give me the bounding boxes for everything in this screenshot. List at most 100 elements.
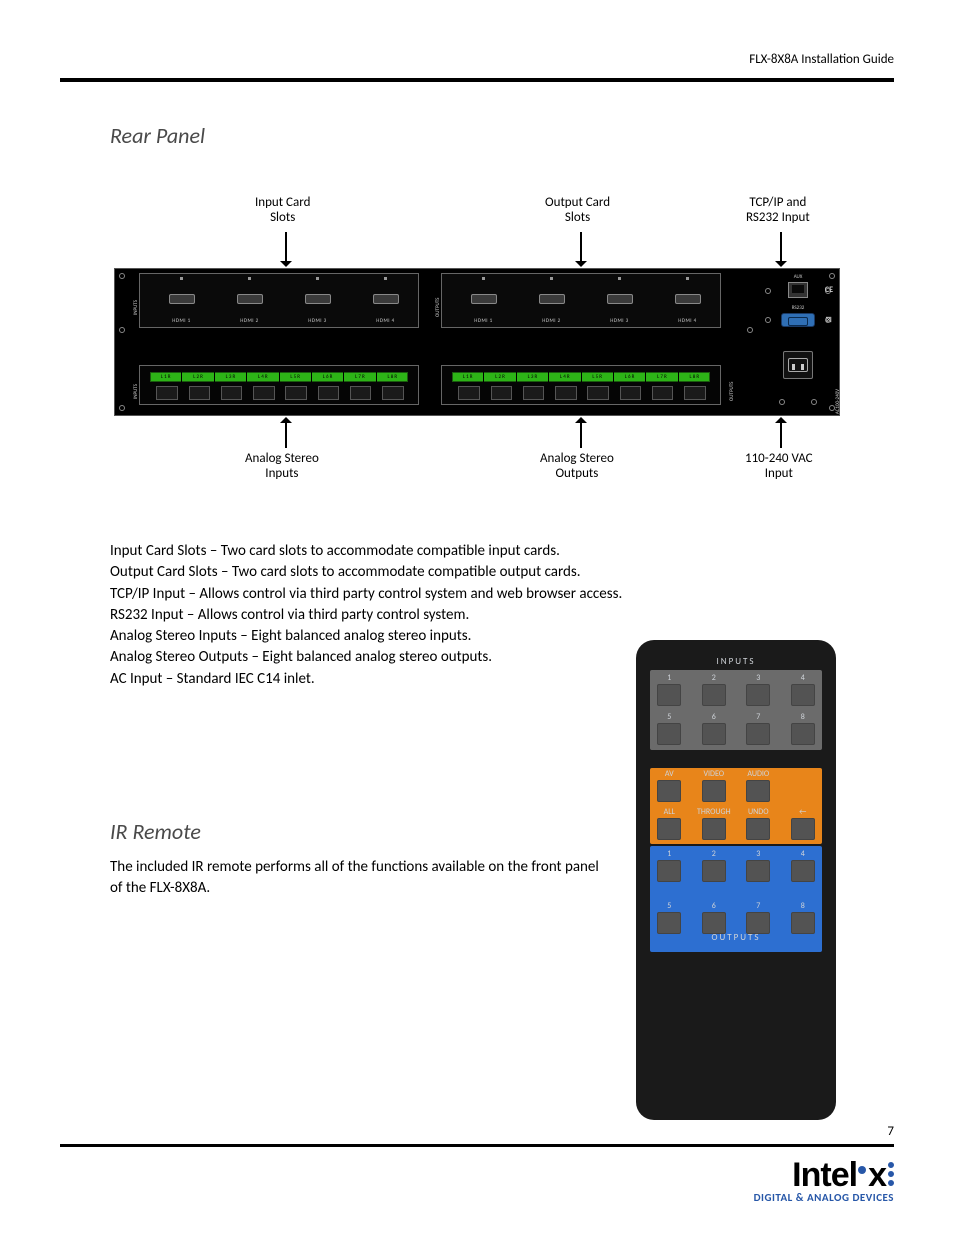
text: 110-240 VAC [745, 451, 813, 466]
button-icon [791, 723, 815, 745]
button-icon [791, 684, 815, 706]
ground-icon [811, 399, 817, 405]
remote-btn-output-2: 2 [695, 848, 734, 884]
remote-btn-output-1: 1 [650, 848, 689, 884]
arrow-down-icon [285, 232, 287, 266]
callout-output-card-slots: Output Card Slots [545, 196, 610, 226]
right-port-column: AUX RS232 CE ⊠ AC100-240V [759, 271, 837, 413]
text: Analog Stereo [245, 451, 319, 466]
btn-label: 2 [695, 673, 734, 683]
ch-label: L 6 R [312, 372, 344, 382]
button-icon [657, 818, 681, 840]
ch-label: L 2 R [182, 372, 214, 382]
ch-label: L 5 R [280, 372, 312, 382]
analog-labels: L 1 R L 2 R L 3 R L 4 R L 5 R L 6 R L 7 … [150, 372, 408, 382]
ethernet-port-icon [788, 282, 808, 298]
remote-btn-av: AV [650, 768, 689, 804]
rs232-port-icon [781, 313, 815, 327]
ir-remote-description: The included IR remote performs all of t… [110, 857, 610, 899]
footer-rule [60, 1144, 894, 1147]
ch-label: L 5 R [582, 372, 614, 382]
btn-label: 4 [784, 849, 823, 859]
output-card-strip: HDMI 1 HDMI 2 HDMI 3 HDMI 4 [441, 273, 721, 328]
prong-icon [801, 364, 804, 370]
button-icon [746, 780, 770, 802]
remote-btn-back: ← [784, 806, 823, 842]
arrow-down-icon [580, 232, 582, 266]
btn-label: 5 [650, 712, 689, 722]
hdmi-port-icon [607, 294, 633, 304]
ch-label: L 1 R [452, 372, 484, 382]
remote-outputs-pad: 1 2 3 4 5 6 7 8 OUTPUTS [650, 846, 822, 952]
rs232-label: RS232 [759, 305, 837, 311]
btn-label: 5 [650, 901, 689, 911]
button-icon [657, 912, 681, 934]
remote-btn-input-6: 6 [695, 711, 734, 747]
btn-label: 7 [739, 712, 778, 722]
remote-modes-pad: AV VIDEO AUDIO ALL THROUGH UNDO ← [650, 768, 822, 844]
port-label: HDMI 1 [154, 318, 209, 324]
button-icon [657, 723, 681, 745]
ch-label: L 8 R [377, 372, 408, 382]
btn-label: 7 [739, 901, 778, 911]
screw-icon [765, 288, 771, 294]
pin-row [452, 386, 710, 398]
ch-label: L 6 R [614, 372, 646, 382]
button-icon [746, 684, 770, 706]
pin-row [150, 386, 408, 398]
hdmi-out-4: HDMI 4 [660, 280, 715, 315]
ce-mark-icon: CE [825, 285, 833, 295]
text: Input [765, 466, 793, 481]
ch-label: L 4 R [247, 372, 279, 382]
remote-btn-input-8: 8 [784, 711, 823, 747]
remote-btn-input-3: 3 [739, 672, 778, 708]
remote-btn-audio: AUDIO [739, 768, 778, 804]
button-icon [702, 912, 726, 934]
btn-label: UNDO [739, 807, 778, 817]
button-icon [746, 818, 770, 840]
hdmi-out-2: HDMI 2 [524, 280, 579, 315]
hdmi-in-2: HDMI 2 [222, 280, 277, 315]
brand-text: Intel [792, 1156, 857, 1195]
remote-btn-input-7: 7 [739, 711, 778, 747]
page-number: 7 [887, 1124, 894, 1139]
hdmi-in-1: HDMI 1 [154, 280, 209, 315]
button-icon [702, 723, 726, 745]
arrow-down-icon [780, 232, 782, 266]
button-icon [791, 818, 815, 840]
remote-btn-input-1: 1 [650, 672, 689, 708]
ch-label: L 2 R [484, 372, 516, 382]
button-icon [702, 860, 726, 882]
port-label: HDMI 1 [456, 318, 511, 324]
hdmi-port-icon [539, 294, 565, 304]
callout-analog-outputs: Analog Stereo Outputs [540, 452, 614, 482]
remote-btn-input-2: 2 [695, 672, 734, 708]
btn-label: 1 [650, 673, 689, 683]
ir-remote-diagram: INPUTS 1 2 3 4 5 6 7 8 AV VIDEO AUDIO AL… [636, 640, 836, 1120]
screw-icon [765, 317, 771, 323]
brand-name: Intelx [754, 1156, 894, 1195]
section-title-rear-panel: Rear Panel [110, 122, 205, 149]
text: Output Card [545, 195, 610, 210]
crossed-bin-icon: ⊠ [825, 315, 832, 325]
callout-ac-input: 110-240 VAC Input [745, 452, 813, 482]
button-icon [746, 860, 770, 882]
analog-stereo-inputs: L 1 R L 2 R L 3 R L 4 R L 5 R L 6 R L 7 … [139, 365, 419, 405]
text: RS232 Input [746, 210, 810, 225]
remote-btn-through: THROUGH [695, 806, 734, 842]
port-label: HDMI 3 [592, 318, 647, 324]
text: Analog Stereo [540, 451, 614, 466]
button-icon [791, 912, 815, 934]
hdmi-port-icon [471, 294, 497, 304]
ch-label: L 3 R [215, 372, 247, 382]
remote-btn-undo: UNDO [739, 806, 778, 842]
hdmi-port-icon [237, 294, 263, 304]
callout-input-card-slots: Input Card Slots [255, 196, 310, 226]
screw-icon [747, 327, 753, 333]
brand-dots-icon [888, 1162, 894, 1186]
remote-outputs-header: OUTPUTS [650, 932, 822, 943]
ch-label: L 3 R [517, 372, 549, 382]
button-icon [657, 684, 681, 706]
definition-line: TCP/IP Input – Allows control via third … [110, 584, 830, 605]
doc-title: FLX-8X8A Installation Guide [749, 52, 894, 67]
